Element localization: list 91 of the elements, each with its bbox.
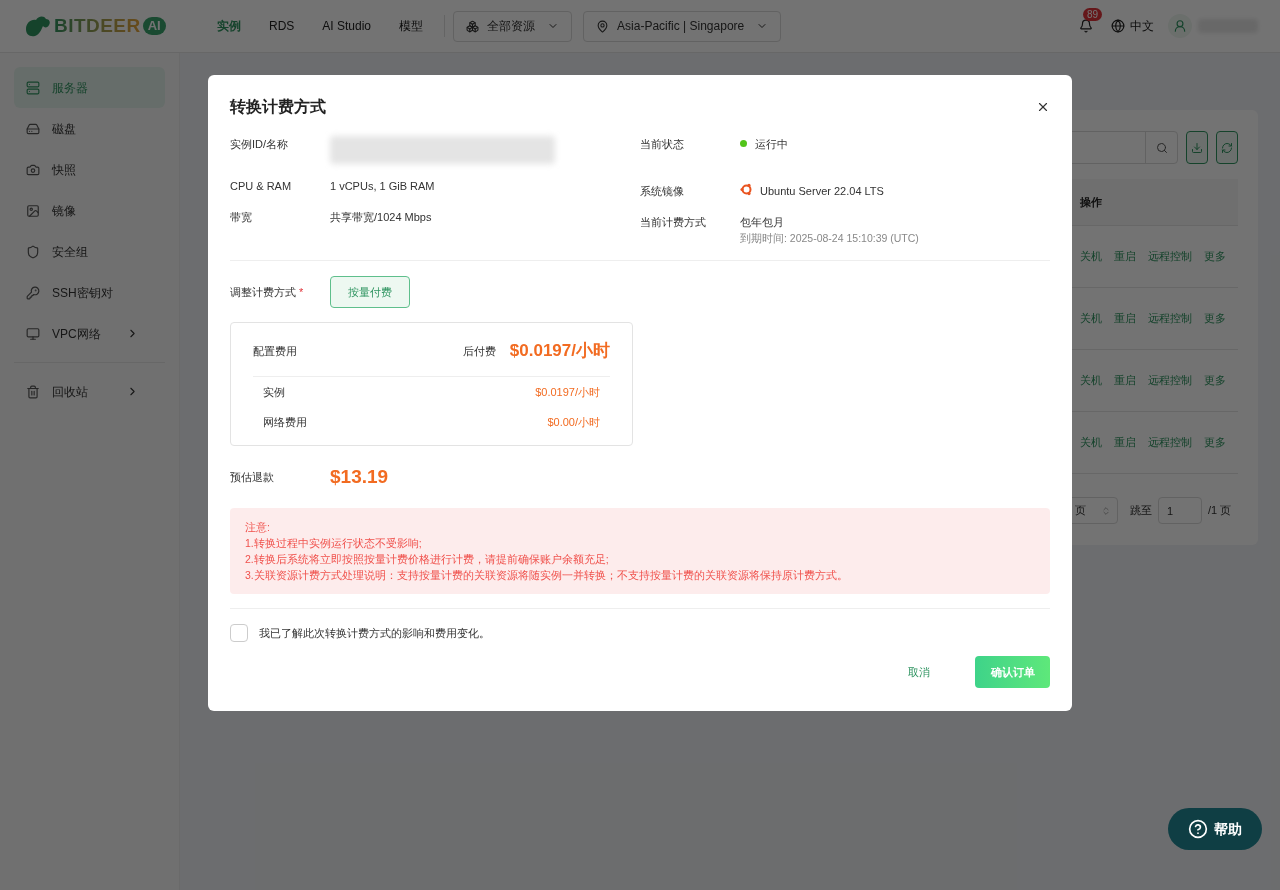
row-action-link[interactable]: 远程控制 <box>1148 248 1192 265</box>
user-icon <box>1173 19 1187 33</box>
globe-icon[interactable] <box>1111 19 1125 33</box>
notice-line: 注意: <box>245 520 271 536</box>
updown-icon <box>1101 505 1111 516</box>
help-icon <box>1188 819 1208 839</box>
image-icon <box>26 203 40 218</box>
sidebar-item[interactable]: 磁盘 <box>14 108 165 149</box>
avatar[interactable] <box>1168 14 1192 38</box>
agreement-text: 我已了解此次转换计费方式的影响和费用变化。 <box>259 626 490 641</box>
field-label: CPU & RAM <box>230 179 293 194</box>
camera-icon <box>26 162 40 177</box>
price-label: 配置费用 <box>253 343 298 359</box>
search-icon <box>1155 141 1168 154</box>
field-label: 带宽 <box>230 209 253 225</box>
field-value: 包年包月 <box>740 215 785 230</box>
trash-icon <box>26 384 40 399</box>
row-action-link[interactable]: 重启 <box>1114 372 1136 389</box>
row-action-link[interactable]: 更多 <box>1204 434 1226 451</box>
nav-tab[interactable]: 模型 <box>386 17 437 35</box>
price-item-label: 实例 <box>263 384 285 400</box>
close-icon[interactable] <box>1036 100 1050 114</box>
field-value: 运行中 <box>755 137 788 152</box>
page-input[interactable]: 1 <box>1158 497 1202 524</box>
price-item-value: $0.0197/小时 <box>535 384 600 400</box>
jump-label: 跳至 <box>1130 503 1152 519</box>
key-icon <box>26 285 40 300</box>
cancel-button[interactable]: 取消 <box>888 656 950 689</box>
dialog-title: 转换计费方式 <box>230 97 326 117</box>
page-total: /1 页 <box>1208 503 1232 519</box>
price-item-label: 网络费用 <box>263 414 307 430</box>
sidebar-item[interactable]: 镜像 <box>14 190 165 231</box>
price-type: 后付费 <box>462 343 496 359</box>
help-button[interactable]: 帮助 <box>1168 808 1262 850</box>
notification-count: 89 <box>1083 8 1103 21</box>
server-icon <box>26 80 40 95</box>
notice-line: 2.转换后系统将立即按照按量计费价格进行计费，请提前确保账户余额充足; <box>245 552 610 568</box>
notification-bell-icon[interactable] <box>1079 19 1093 33</box>
sidebar-item[interactable]: 快照 <box>14 149 165 190</box>
agreement-checkbox[interactable] <box>230 624 248 643</box>
logo-badge: AI <box>142 17 166 35</box>
row-action-link[interactable]: 关机 <box>1080 310 1102 327</box>
region-select[interactable]: Asia-Pacific | Singapore <box>583 10 782 42</box>
refund-label: 预估退款 <box>230 469 275 485</box>
nav-tab[interactable]: 实例 <box>204 17 254 35</box>
refund-amount: $13.19 <box>330 464 389 489</box>
sidebar-item[interactable]: VPC网络 <box>14 313 165 354</box>
sidebar-item[interactable]: 回收站 <box>14 371 165 412</box>
os-logo-icon <box>740 183 753 196</box>
row-action-link[interactable]: 重启 <box>1114 434 1136 451</box>
row-action-link[interactable]: 远程控制 <box>1148 434 1192 451</box>
billing-label: 调整计费方式 * <box>230 285 305 300</box>
notice-line: 3.关联资源计费方式处理说明：支持按量计费的关联资源将随实例一并转换；不支持按量计费的关联资源将保持原计费方式。 <box>245 568 849 584</box>
expiry-note: 到期时间: 2025-08-24 15:10:39 (UTC) <box>740 230 919 246</box>
field-value: Ubuntu Server 22.04 LTS <box>760 184 884 199</box>
row-action-link[interactable]: 远程控制 <box>1148 372 1192 389</box>
refresh-icon <box>1221 141 1233 154</box>
row-action-link[interactable]: 重启 <box>1114 248 1136 265</box>
billing-option[interactable]: 按量付费 <box>330 276 410 309</box>
row-action-link[interactable]: 远程控制 <box>1148 310 1192 327</box>
resources-icon <box>466 19 480 33</box>
row-action-link[interactable]: 关机 <box>1080 372 1102 389</box>
monitor-icon <box>26 326 40 341</box>
row-action-link[interactable]: 重启 <box>1114 310 1136 327</box>
row-action-link[interactable]: 更多 <box>1204 372 1226 389</box>
refresh-button[interactable] <box>1216 131 1238 164</box>
price-total: $0.0197/小时 <box>509 340 610 363</box>
resource-select[interactable]: 全部资源 <box>453 10 573 42</box>
field-label: 系统镜像 <box>640 184 685 199</box>
row-action-link[interactable]: 更多 <box>1204 248 1226 265</box>
field-value: 1 vCPUs, 1 GiB RAM <box>330 179 435 194</box>
nav-tab[interactable]: AI Studio <box>309 17 385 35</box>
field-label: 实例ID/名称 <box>230 137 290 152</box>
download-icon <box>1191 141 1203 154</box>
sidebar-item[interactable]: 服务器 <box>14 67 165 108</box>
field-label: 当前计费方式 <box>640 215 707 230</box>
location-pin-icon <box>596 19 610 33</box>
nav-tab[interactable]: RDS <box>256 17 308 35</box>
shield-icon <box>26 244 40 259</box>
row-action-link[interactable]: 关机 <box>1080 248 1102 265</box>
sidebar-item[interactable]: SSH密钥对 <box>14 272 165 313</box>
row-action-link[interactable]: 更多 <box>1204 310 1226 327</box>
field-value: 共享带宽/1024 Mbps <box>330 209 432 225</box>
row-action-link[interactable]: 关机 <box>1080 434 1102 451</box>
sidebar-item[interactable]: 安全组 <box>14 231 165 272</box>
language-menu[interactable]: 中文 <box>1130 17 1154 35</box>
field-label: 当前状态 <box>640 137 685 152</box>
notice-line: 1.转换过程中实例运行状态不受影响; <box>245 536 423 552</box>
confirm-button[interactable]: 确认订单 <box>975 656 1050 689</box>
price-item-value: $0.00/小时 <box>547 414 600 430</box>
download-button[interactable] <box>1186 131 1208 164</box>
